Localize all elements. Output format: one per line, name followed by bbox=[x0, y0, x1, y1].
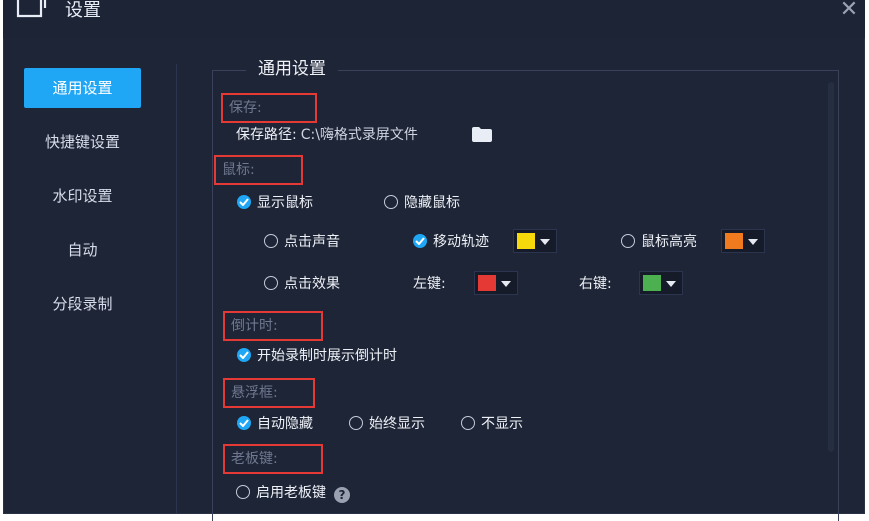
dropdown-arrow-icon bbox=[501, 281, 511, 287]
dropdown-arrow-icon bbox=[666, 281, 676, 287]
show-cursor-label: 显示鼠标 bbox=[257, 195, 313, 211]
radio-icon bbox=[621, 234, 635, 248]
cursor-highlight-option[interactable]: 鼠标高亮 bbox=[621, 232, 697, 252]
left-button-color-picker[interactable] bbox=[474, 271, 518, 295]
auto-hide-option[interactable]: 自动隐藏 bbox=[237, 414, 313, 434]
sidebar-item-auto[interactable]: 自动 bbox=[24, 230, 141, 270]
enable-boss-key-label: 启用老板键 bbox=[256, 485, 326, 501]
radio-icon bbox=[236, 485, 250, 499]
no-show-option[interactable]: 不显示 bbox=[461, 414, 523, 434]
hide-cursor-label: 隐藏鼠标 bbox=[404, 195, 460, 211]
always-show-option[interactable]: 始终显示 bbox=[349, 414, 425, 434]
show-countdown-option[interactable]: 开始录制时展示倒计时 bbox=[237, 346, 397, 366]
left-button-color-swatch bbox=[478, 275, 496, 291]
checked-icon bbox=[413, 234, 427, 248]
sidebar-item-general[interactable]: 通用设置 bbox=[24, 68, 141, 108]
app-icon bbox=[16, 0, 47, 18]
save-path-value: C:\嗨格式录屏文件 bbox=[300, 127, 418, 143]
close-icon[interactable]: ✕ bbox=[839, 0, 859, 21]
radio-icon bbox=[264, 276, 278, 290]
move-track-color-picker[interactable] bbox=[513, 229, 557, 253]
radio-icon bbox=[264, 234, 278, 248]
always-show-label: 始终显示 bbox=[369, 416, 425, 432]
auto-hide-label: 自动隐藏 bbox=[257, 416, 313, 432]
title-bar: 设置 ✕ bbox=[3, 0, 865, 38]
right-button-color-picker[interactable] bbox=[639, 271, 683, 295]
boss-key-header-label: 老板键: bbox=[231, 451, 278, 467]
click-effect-option[interactable]: 点击效果 bbox=[264, 274, 340, 294]
radio-icon bbox=[461, 416, 475, 430]
checked-icon bbox=[237, 348, 251, 362]
settings-sidebar: 通用设置 快捷键设置 水印设置 自动 分段录制 bbox=[3, 38, 179, 514]
panel-scrollbar[interactable] bbox=[828, 82, 834, 452]
dropdown-arrow-icon bbox=[748, 239, 758, 245]
right-button-label: 右键: bbox=[579, 276, 612, 292]
move-track-label: 移动轨迹 bbox=[433, 234, 489, 250]
checked-icon bbox=[237, 416, 251, 430]
click-sound-label: 点击声音 bbox=[284, 234, 340, 250]
save-header-label: 保存: bbox=[229, 100, 262, 116]
dropdown-arrow-icon bbox=[540, 239, 550, 245]
mouse-section-header: 鼠标: bbox=[214, 155, 303, 185]
panel-title: 通用设置 bbox=[246, 57, 338, 81]
sidebar-item-segment-record[interactable]: 分段录制 bbox=[24, 284, 141, 324]
boss-key-section-header: 老板键: bbox=[223, 444, 323, 474]
countdown-header-label: 倒计时: bbox=[231, 318, 278, 334]
help-icon[interactable]: ? bbox=[334, 487, 350, 503]
folder-icon[interactable] bbox=[472, 127, 492, 142]
right-button-color-swatch bbox=[643, 275, 661, 291]
no-show-label: 不显示 bbox=[481, 416, 523, 432]
move-track-color-swatch bbox=[517, 233, 535, 249]
float-box-header-label: 悬浮框: bbox=[231, 385, 278, 401]
hide-cursor-option[interactable]: 隐藏鼠标 bbox=[384, 193, 460, 213]
sidebar-item-shortcuts[interactable]: 快捷键设置 bbox=[24, 122, 141, 162]
radio-icon bbox=[384, 195, 398, 209]
sidebar-item-watermark[interactable]: 水印设置 bbox=[24, 176, 141, 216]
save-section-header: 保存: bbox=[221, 93, 317, 123]
checked-icon bbox=[237, 195, 251, 209]
cursor-highlight-label: 鼠标高亮 bbox=[641, 234, 697, 250]
show-countdown-label: 开始录制时展示倒计时 bbox=[257, 348, 397, 364]
enable-boss-key-option[interactable]: 启用老板键? bbox=[236, 483, 350, 503]
float-box-section-header: 悬浮框: bbox=[223, 378, 315, 408]
save-path-row: 保存路径: C:\嗨格式录屏文件 bbox=[236, 125, 418, 145]
click-effect-label: 点击效果 bbox=[284, 276, 340, 292]
left-button-label: 左键: bbox=[413, 276, 446, 292]
highlight-color-swatch bbox=[725, 233, 743, 249]
show-cursor-option[interactable]: 显示鼠标 bbox=[237, 193, 313, 213]
click-sound-option[interactable]: 点击声音 bbox=[264, 232, 340, 252]
window-title: 设置 bbox=[65, 0, 101, 21]
settings-window: 设置 ✕ 通用设置 快捷键设置 水印设置 自动 分段录制 通用设置 保存: 保存… bbox=[3, 0, 865, 521]
countdown-section-header: 倒计时: bbox=[223, 311, 323, 341]
highlight-color-picker[interactable] bbox=[721, 229, 765, 253]
save-path-label: 保存路径: bbox=[236, 127, 297, 143]
radio-icon bbox=[349, 416, 363, 430]
sidebar-divider bbox=[176, 64, 177, 514]
mouse-header-label: 鼠标: bbox=[222, 162, 255, 178]
move-track-option[interactable]: 移动轨迹 bbox=[413, 232, 489, 252]
